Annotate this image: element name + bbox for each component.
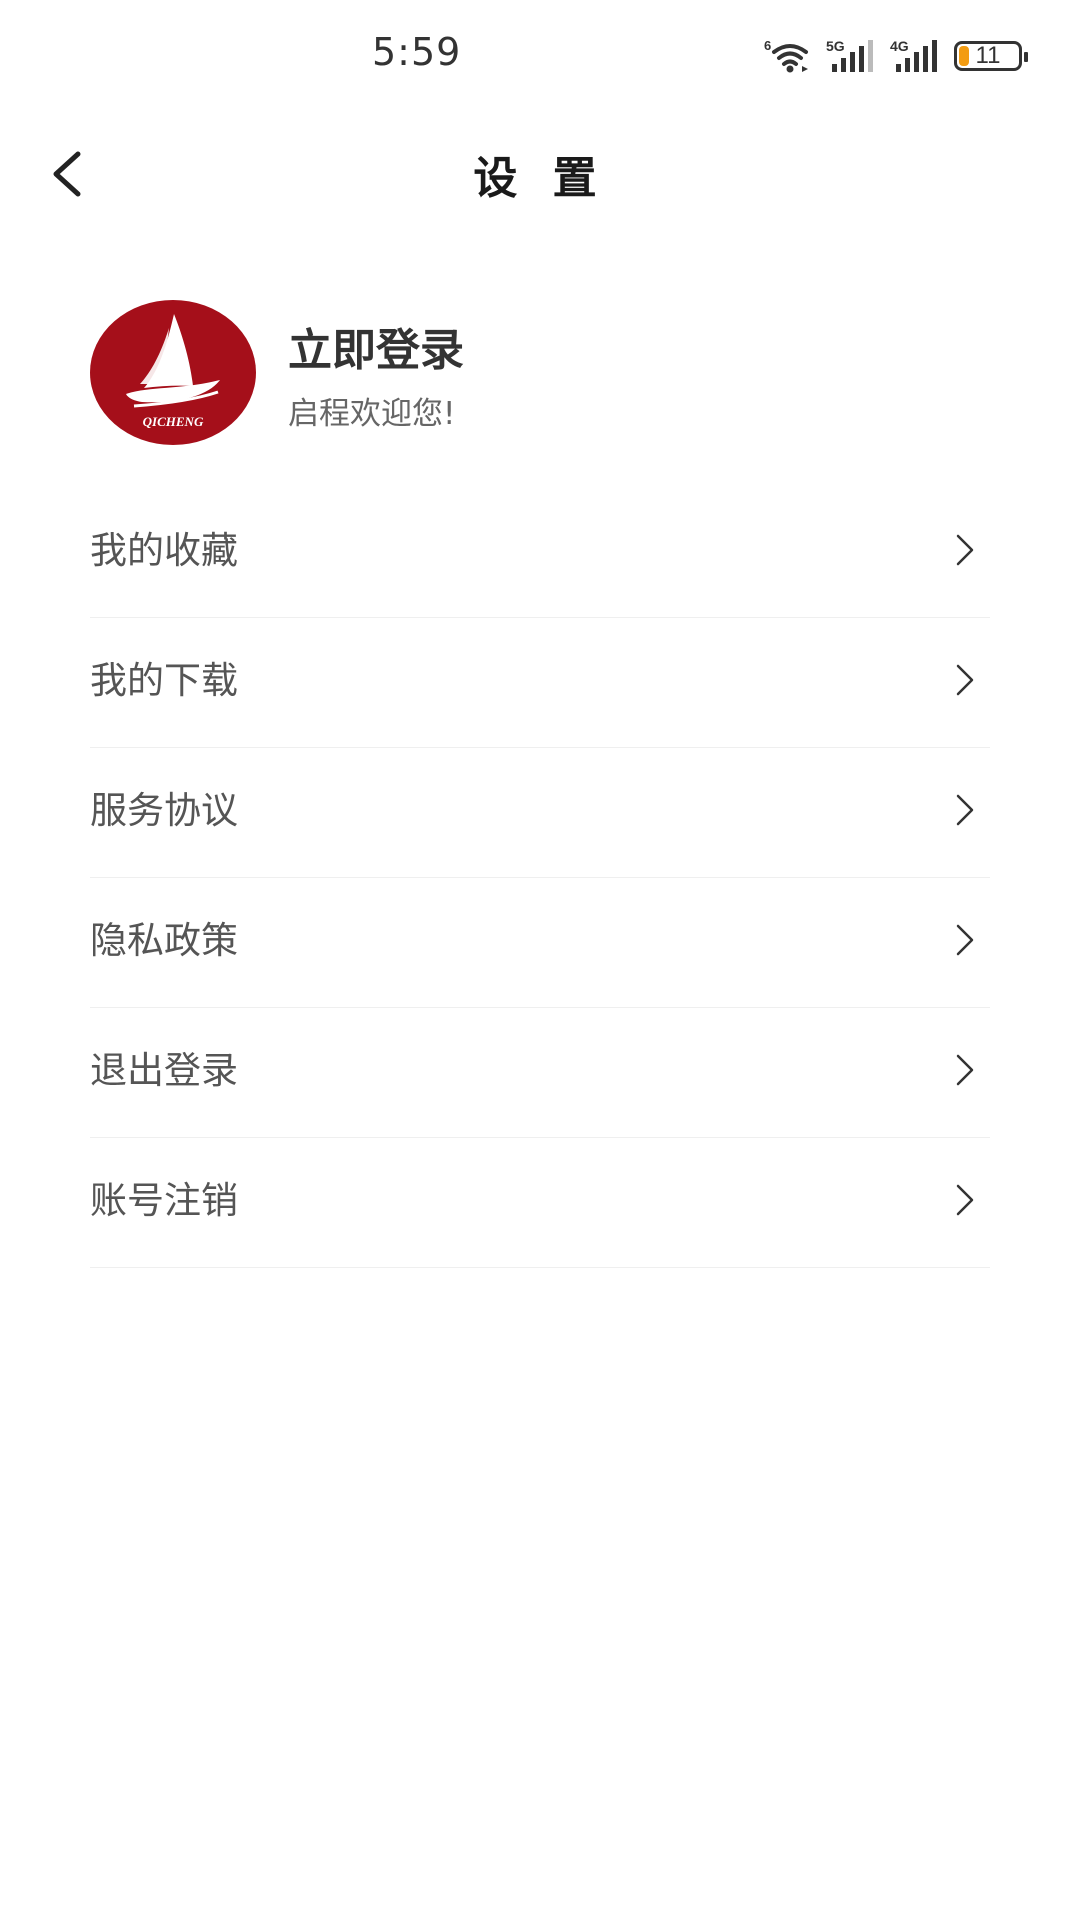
wifi-label: 6 <box>764 38 771 53</box>
status-icons: 6 5G 4G 11 <box>764 36 1028 76</box>
menu-item-service-agreement[interactable]: 服务协议 <box>90 748 990 878</box>
menu-item-delete-account[interactable]: 账号注销 <box>90 1138 990 1268</box>
chevron-right-icon <box>952 1050 978 1090</box>
chevron-right-icon <box>952 790 978 830</box>
status-time: 5:59 <box>372 30 462 74</box>
menu-item-label: 退出登录 <box>90 1049 238 1092</box>
chevron-right-icon <box>952 530 978 570</box>
menu-item-label: 我的收藏 <box>90 529 238 572</box>
chevron-right-icon <box>952 660 978 700</box>
chevron-right-icon <box>952 920 978 960</box>
menu-item-label: 服务协议 <box>90 789 238 832</box>
login-title[interactable]: 立即登录 <box>288 314 464 378</box>
avatar: QICHENG <box>90 300 256 445</box>
chevron-right-icon <box>952 1180 978 1220</box>
battery-level: 11 <box>975 42 1001 69</box>
avatar-brand-text: QICHENG <box>143 414 204 429</box>
menu-item-label: 我的下载 <box>90 659 238 702</box>
menu-item-favorites[interactable]: 我的收藏 <box>90 488 990 618</box>
welcome-text: 启程欢迎您! <box>288 396 456 432</box>
battery-tip <box>1024 52 1028 62</box>
signal-5g-icon: 5G <box>826 38 876 74</box>
menu-item-label: 账号注销 <box>90 1179 238 1222</box>
menu-item-label: 隐私政策 <box>90 919 238 962</box>
wifi-icon: 6 <box>764 38 812 74</box>
header: 设 置 <box>0 120 1080 220</box>
menu-item-logout[interactable]: 退出登录 <box>90 1008 990 1138</box>
settings-menu: 我的收藏 我的下载 服务协议 隐私政策 退出登录 账号注销 <box>90 488 990 1268</box>
signal-4g-icon: 4G <box>890 38 940 74</box>
menu-item-downloads[interactable]: 我的下载 <box>90 618 990 748</box>
signal1-label: 5G <box>826 38 845 54</box>
login-profile[interactable]: QICHENG 立即登录 启程欢迎您! <box>90 300 990 445</box>
page-title: 设 置 <box>473 153 607 204</box>
menu-item-privacy-policy[interactable]: 隐私政策 <box>90 878 990 1008</box>
battery-icon: 11 <box>954 41 1028 71</box>
status-bar: 5:59 6 5G 4G 11 <box>0 0 1080 110</box>
signal2-label: 4G <box>890 38 909 54</box>
